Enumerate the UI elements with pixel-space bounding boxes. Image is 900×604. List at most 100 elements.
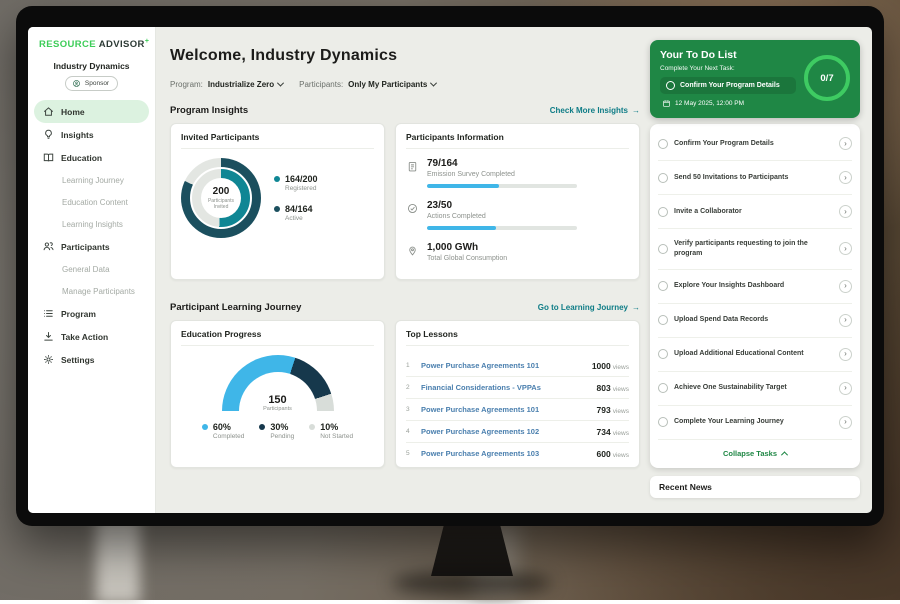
check-more-insights-label: Check More Insights (550, 106, 628, 115)
lesson-title-link[interactable]: Power Purchase Agreements 103 (421, 449, 590, 458)
task-row-send-50-invitations-to-participants[interactable]: Send 50 Invitations to Participants› (658, 161, 852, 195)
task-checkbox[interactable] (658, 349, 668, 359)
todo-progress-value: 0/7 (820, 73, 833, 84)
education-legend: 60%Completed30%Pending10%Not Started (202, 422, 353, 440)
todo-panel: Your To Do List Complete Your Next Task:… (650, 40, 860, 498)
program-filter-dropdown[interactable]: Industrialize Zero (208, 80, 283, 89)
chevron-right-icon[interactable]: › (839, 280, 852, 293)
lesson-title-link[interactable]: Power Purchase Agreements 101 (421, 405, 590, 414)
task-row-upload-additional-educational-content[interactable]: Upload Additional Educational Content› (658, 338, 852, 372)
participants-information-title: Participants Information (406, 132, 629, 149)
education-gauge-wrap: 150 Participants 60%Completed30%Pending1… (181, 355, 374, 440)
legend-item: 10%Not Started (309, 422, 353, 440)
education-center-label: Participants (222, 406, 334, 412)
sidebar-item-education[interactable]: Education (34, 146, 149, 169)
task-row-invite-a-collaborator[interactable]: Invite a Collaborator › (658, 195, 852, 229)
legend-dot (202, 424, 208, 430)
check-more-insights-link[interactable]: Check More Insights → (550, 106, 640, 115)
task-label: Invite a Collaborator (674, 207, 833, 217)
sidebar-item-learning-insights[interactable]: Learning Insights (34, 213, 149, 235)
lesson-views: 600views (597, 449, 629, 459)
calendar-icon (662, 99, 671, 108)
main-content: Welcome, Industry Dynamics Program: Indu… (156, 27, 650, 513)
participants-filter-dropdown[interactable]: Only My Participants (348, 80, 436, 89)
stat-total-global-consumption: 1,000 GWhTotal Global Consumption (406, 242, 629, 262)
sidebar-item-take-action[interactable]: Take Action (34, 325, 149, 348)
invited-participants-card: Invited Participants 200 Participants In… (170, 123, 385, 280)
task-row-verify-participants-requesting-to-join-the-program[interactable]: Verify participants requesting to join t… (658, 229, 852, 270)
go-to-learning-journey-link[interactable]: Go to Learning Journey → (538, 303, 640, 312)
legend-dot (274, 176, 280, 182)
task-checkbox[interactable] (658, 139, 668, 149)
sidebar-item-home[interactable]: Home (34, 100, 149, 123)
sidebar-item-education-content[interactable]: Education Content (34, 191, 149, 213)
participants-stats: 79/164Emission Survey Completed23/50Acti… (406, 158, 629, 262)
education-gauge-center: 150 Participants (222, 394, 334, 412)
task-label: Explore Your Insights Dashboard (674, 281, 833, 291)
lesson-row: 3Power Purchase Agreements 101793views (406, 399, 629, 421)
todo-task-list: Confirm Your Program Details›Send 50 Inv… (658, 127, 852, 440)
sidebar-item-insights[interactable]: Insights (34, 123, 149, 146)
task-checkbox[interactable] (658, 383, 668, 393)
task-row-explore-your-insights-dashboard[interactable]: Explore Your Insights Dashboard › (658, 270, 852, 304)
sidebar-item-settings[interactable]: Settings (34, 348, 149, 371)
program-insights-title: Program Insights (170, 105, 248, 116)
task-label: Upload Spend Data Records (674, 315, 833, 325)
lesson-rank: 4 (406, 428, 414, 435)
insights-cards: Invited Participants 200 Participants In… (170, 123, 640, 280)
lesson-views-suffix: views (613, 364, 629, 371)
sidebar-item-manage-participants[interactable]: Manage Participants (34, 280, 149, 302)
task-checkbox[interactable] (658, 244, 668, 254)
chevron-right-icon[interactable]: › (839, 416, 852, 429)
filters-bar: Program: Industrialize Zero Participants… (170, 80, 640, 89)
lesson-views: 793views (597, 405, 629, 415)
lesson-rank: 5 (406, 450, 414, 457)
task-row-achieve-one-sustainability-target[interactable]: Achieve One Sustainability Target› (658, 372, 852, 406)
legend-dot (274, 206, 280, 212)
task-checkbox[interactable] (658, 207, 668, 217)
collapse-tasks-link[interactable]: Collapse Tasks (658, 440, 852, 465)
task-checkbox[interactable] (658, 173, 668, 183)
sidebar-item-label: Learning Journey (62, 176, 124, 185)
chevron-up-icon (781, 451, 788, 458)
task-checkbox[interactable] (658, 315, 668, 325)
todo-next-task[interactable]: Confirm Your Program Details (660, 77, 796, 94)
sidebar-item-participants[interactable]: Participants (34, 235, 149, 258)
settings-icon (42, 353, 55, 366)
task-checkbox[interactable] (658, 281, 668, 291)
invited-donut-inner-ring: 200 Participants Invited (190, 167, 252, 229)
legend-label: Completed (213, 433, 244, 440)
lesson-title-link[interactable]: Financial Considerations - VPPAs (421, 383, 590, 392)
chevron-right-icon[interactable]: › (839, 137, 852, 150)
lesson-title-link[interactable]: Power Purchase Agreements 102 (421, 427, 590, 436)
lesson-views: 734views (597, 427, 629, 437)
chevron-right-icon[interactable]: › (839, 171, 852, 184)
sidebar-item-label: Manage Participants (62, 287, 135, 296)
stat-progress-bar (427, 184, 577, 188)
sidebar-item-learning-journey[interactable]: Learning Journey (34, 169, 149, 191)
top-lessons-card: Top Lessons 1Power Purchase Agreements 1… (395, 320, 640, 468)
task-row-upload-spend-data-records[interactable]: Upload Spend Data Records › (658, 304, 852, 338)
lesson-title-link[interactable]: Power Purchase Agreements 101 (421, 361, 585, 370)
journey-cards: Education Progress 150 Participants 60%C… (170, 320, 640, 468)
todo-next-checkbox[interactable] (666, 81, 675, 90)
education-progress-title: Education Progress (181, 329, 374, 346)
stat-label: Emission Survey Completed (427, 171, 577, 178)
participants-information-card: Participants Information 79/164Emission … (395, 123, 640, 280)
page-title: Welcome, Industry Dynamics (170, 47, 640, 65)
task-checkbox[interactable] (658, 417, 668, 427)
sidebar-item-label: Settings (61, 355, 95, 365)
chevron-right-icon[interactable]: › (839, 314, 852, 327)
sponsor-badge[interactable]: Sponsor (65, 76, 118, 91)
chevron-right-icon[interactable]: › (839, 205, 852, 218)
sidebar-item-general-data[interactable]: General Data (34, 258, 149, 280)
stat-label: Actions Completed (427, 213, 577, 220)
sidebar-item-program[interactable]: Program (34, 302, 149, 325)
arrow-right-icon: → (632, 106, 640, 115)
actions-icon (406, 202, 419, 215)
task-row-complete-your-learning-journey[interactable]: Complete Your Learning Journey› (658, 406, 852, 440)
chevron-right-icon[interactable]: › (839, 242, 852, 255)
chevron-right-icon[interactable]: › (839, 348, 852, 361)
task-row-confirm-your-program-details[interactable]: Confirm Your Program Details› (658, 127, 852, 161)
chevron-right-icon[interactable]: › (839, 382, 852, 395)
